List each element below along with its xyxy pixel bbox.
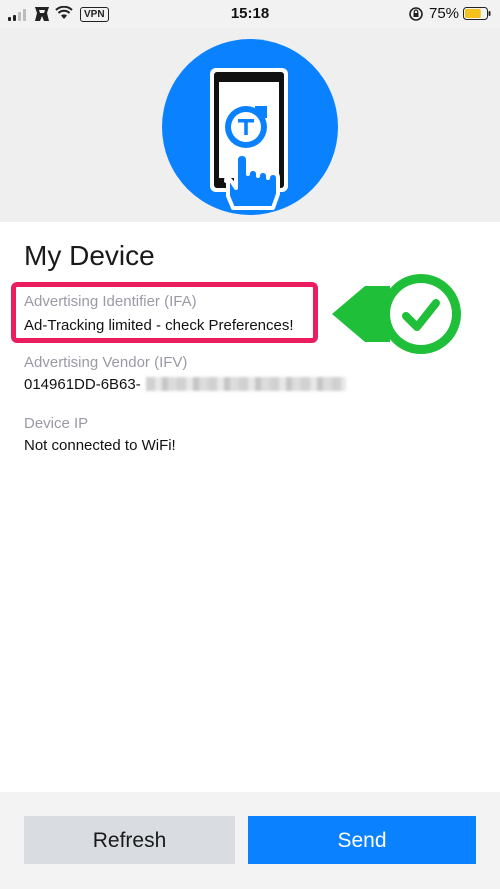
battery-icon bbox=[463, 7, 491, 20]
status-bar: VPN 15:18 75% bbox=[0, 0, 500, 28]
checkmark-badge-icon bbox=[332, 274, 461, 354]
ifa-highlight-box bbox=[11, 282, 318, 343]
ifv-value: 014961DD-6B63- bbox=[24, 376, 141, 393]
phone-tap-icon bbox=[162, 39, 338, 215]
page-title: My Device bbox=[24, 240, 155, 271]
rotation-lock-icon bbox=[409, 7, 423, 21]
ifv-redacted-blur bbox=[146, 377, 346, 391]
header-illustration bbox=[0, 28, 500, 222]
ifv-label: Advertising Vendor (IFV) bbox=[24, 354, 188, 371]
battery-percent: 75% bbox=[429, 5, 460, 22]
send-button[interactable]: Send bbox=[248, 816, 476, 864]
device-ip-label: Device IP bbox=[24, 415, 89, 432]
device-ip-value: Not connected to WiFi! bbox=[24, 437, 176, 454]
status-time: 15:18 bbox=[230, 5, 270, 22]
refresh-button[interactable]: Refresh bbox=[24, 816, 235, 864]
